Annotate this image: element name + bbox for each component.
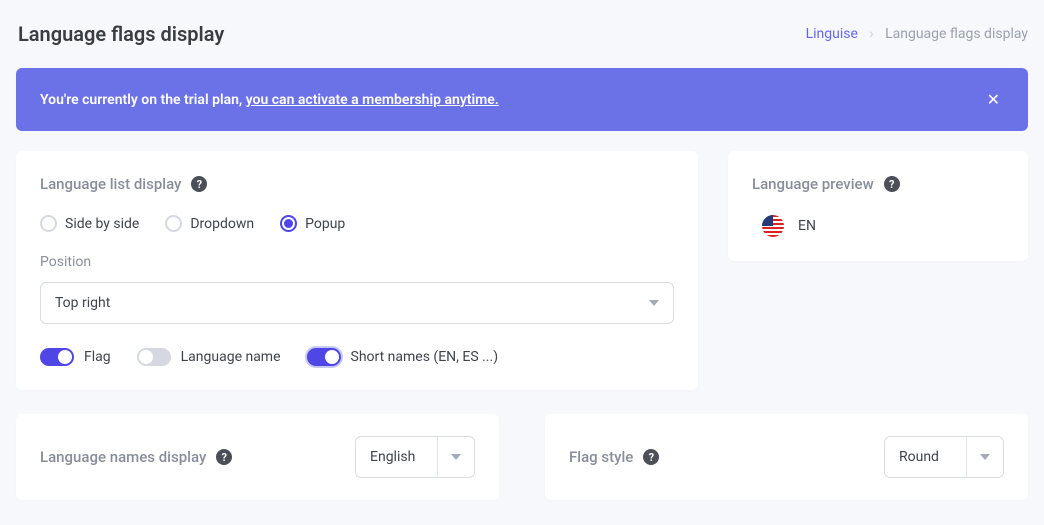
banner-message: You're currently on the trial plan, xyxy=(40,92,246,108)
help-icon[interactable]: ? xyxy=(191,176,207,192)
toggle-language-name-label: Language name xyxy=(181,349,281,365)
radio-label: Dropdown xyxy=(190,216,254,232)
language-names-display-card: Language names display ? English xyxy=(16,414,499,500)
section-title: Flag style xyxy=(569,448,633,466)
toggle-short-names-label: Short names (EN, ES ...) xyxy=(351,349,499,365)
position-value: Top right xyxy=(55,295,110,311)
flag-style-select[interactable]: Round xyxy=(884,436,1004,478)
radio-label: Popup xyxy=(305,216,345,232)
chevron-down-icon xyxy=(451,454,461,460)
toggle-language-name[interactable] xyxy=(137,348,171,366)
toggle-flag[interactable] xyxy=(40,348,74,366)
language-names-value: English xyxy=(356,437,438,477)
breadcrumb: Linguise › Language flags display xyxy=(806,26,1028,42)
toggle-flag-label: Flag xyxy=(84,349,111,365)
breadcrumb-current: Language flags display xyxy=(885,26,1028,42)
flag-style-card: Flag style ? Round xyxy=(545,414,1028,500)
chevron-right-icon: › xyxy=(869,26,873,42)
page-title: Language flags display xyxy=(18,22,224,46)
chevron-down-icon xyxy=(649,300,659,306)
preview-language-code: EN xyxy=(798,218,816,234)
breadcrumb-root[interactable]: Linguise xyxy=(806,26,858,42)
trial-banner: You're currently on the trial plan, you … xyxy=(16,68,1028,131)
radio-label: Side by side xyxy=(65,216,139,232)
help-icon[interactable]: ? xyxy=(884,176,900,192)
close-icon[interactable]: ✕ xyxy=(983,86,1004,113)
section-title: Language names display xyxy=(40,448,206,466)
radio-popup[interactable]: Popup xyxy=(280,215,345,232)
activate-membership-link[interactable]: you can activate a membership anytime. xyxy=(246,92,499,108)
toggle-short-names[interactable] xyxy=(307,348,341,366)
us-flag-icon xyxy=(762,215,784,237)
section-title: Language list display xyxy=(40,175,181,193)
display-mode-radios: Side by side Dropdown Popup xyxy=(40,215,674,232)
language-preview-card: Language preview ? EN xyxy=(728,151,1028,261)
help-icon[interactable]: ? xyxy=(643,449,659,465)
language-list-display-card: Language list display ? Side by side Dro… xyxy=(16,151,698,390)
position-label: Position xyxy=(40,254,674,270)
language-names-select[interactable]: English xyxy=(355,436,475,478)
radio-side-by-side[interactable]: Side by side xyxy=(40,215,139,232)
chevron-down-icon xyxy=(980,454,990,460)
help-icon[interactable]: ? xyxy=(216,449,232,465)
flag-style-value: Round xyxy=(885,437,967,477)
position-select[interactable]: Top right xyxy=(40,282,674,324)
radio-dropdown[interactable]: Dropdown xyxy=(165,215,254,232)
section-title: Language preview xyxy=(752,175,874,193)
